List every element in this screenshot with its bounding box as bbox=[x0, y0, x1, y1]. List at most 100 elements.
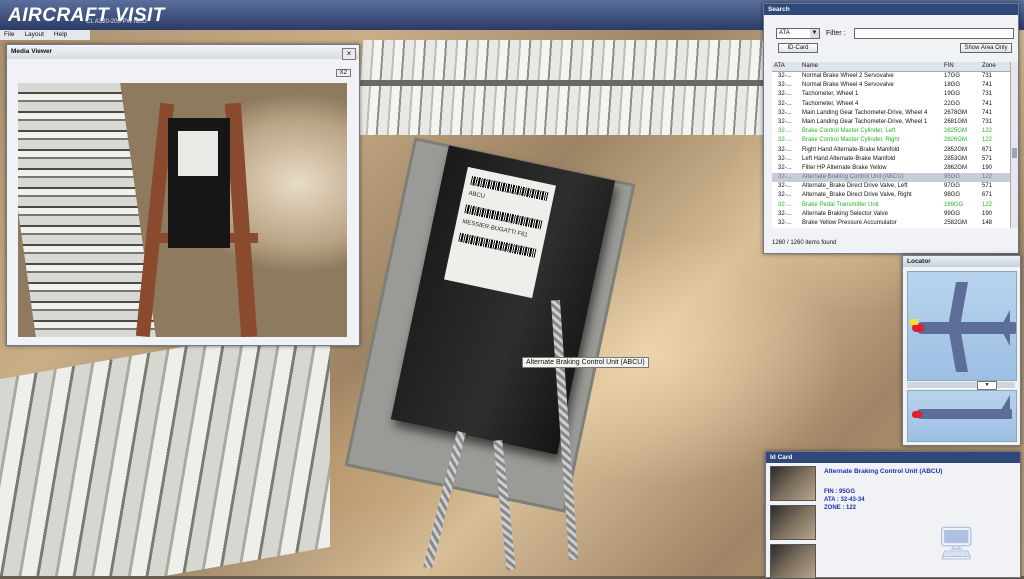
circuit-breaker-rack-top bbox=[356, 40, 774, 135]
cell-ata: 32-... bbox=[778, 109, 792, 116]
col-ata[interactable]: ATA bbox=[774, 62, 785, 71]
locator-side-view[interactable] bbox=[907, 390, 1017, 442]
circuit-breaker-rack-left bbox=[0, 320, 330, 576]
media-viewer-panel: Media Viewer × X2 bbox=[6, 44, 360, 346]
computer-icon: 🖥 bbox=[936, 525, 977, 561]
table-row[interactable]: 32-... Alternate Braking Control Unit (AB… bbox=[772, 173, 1012, 183]
table-row[interactable]: 32-... Main Landing Gear Tachometer-Drive… bbox=[772, 109, 1012, 118]
cell-zone: 731 bbox=[982, 73, 993, 79]
cell-ata: 32-... bbox=[778, 183, 792, 190]
id-card-title: Id Card bbox=[766, 452, 1020, 463]
menu-help[interactable]: Help bbox=[50, 30, 71, 40]
cell-ata: 32-... bbox=[778, 128, 792, 135]
show-area-only-button[interactable]: Show Area Only bbox=[960, 43, 1012, 53]
menu-file[interactable]: File bbox=[0, 30, 18, 40]
locator-top-view[interactable] bbox=[907, 271, 1017, 381]
cell-name: Tachometer, Wheel 1 bbox=[802, 91, 859, 98]
locator-title: Locator bbox=[903, 256, 1020, 267]
cell-zone: 731 bbox=[982, 118, 993, 125]
id-card-button[interactable]: ID-Card bbox=[778, 43, 818, 53]
cell-ata: 32-... bbox=[778, 100, 792, 107]
id-card-panel: Id Card Alternate Braking Control Unit (… bbox=[765, 451, 1021, 579]
col-name[interactable]: Name bbox=[802, 62, 818, 71]
aircraft-tail bbox=[1000, 310, 1010, 346]
cell-ata: 32-... bbox=[778, 220, 792, 226]
cell-fin: 18GG bbox=[944, 82, 961, 89]
table-row[interactable]: 32-... Brake Control Master Cylinder, Lef… bbox=[772, 127, 1012, 136]
locator-slider[interactable]: ▼ bbox=[907, 381, 1015, 390]
photo-rack bbox=[18, 83, 156, 337]
cell-ata: 32-... bbox=[778, 192, 792, 199]
results-list: 32-... Normal Brake Wheel 2 Servovalve 17G… bbox=[772, 72, 1012, 228]
table-row[interactable]: 32-... Main Landing Gear Tachometer-Drive… bbox=[772, 118, 1012, 127]
object-tooltip: Alternate Braking Control Unit (ABCU) bbox=[522, 357, 649, 368]
cell-name: Normal Brake Wheel 2 Servovalve bbox=[802, 73, 894, 79]
cell-name: Brake Pedal Transmitter Unit bbox=[802, 201, 879, 208]
cell-fin: 22GG bbox=[944, 100, 961, 107]
col-zone[interactable]: Zone bbox=[982, 62, 996, 71]
table-row[interactable]: 32-... Tachometer, Wheel 1 19GG 731 bbox=[772, 90, 1012, 99]
cell-ata: 32-... bbox=[778, 174, 792, 181]
cell-zone: 671 bbox=[982, 146, 993, 153]
table-row[interactable]: 32-... Filter HP Alternate Brake Yellow 28… bbox=[772, 164, 1012, 173]
cell-fin: 2853GM bbox=[944, 155, 968, 162]
cell-ata: 32-... bbox=[778, 201, 792, 208]
cell-name: Left Hand Alternate-Brake Manifold bbox=[802, 155, 896, 162]
thumbnail[interactable] bbox=[770, 544, 816, 579]
table-row[interactable]: 32-... Alternate_Brake Direct Drive Valve… bbox=[772, 191, 1012, 200]
scroll-thumb[interactable] bbox=[1012, 148, 1017, 158]
cell-ata: 32-... bbox=[778, 164, 792, 171]
cell-fin: 169GG bbox=[944, 201, 964, 208]
cell-fin: 17GG bbox=[944, 73, 961, 79]
cell-zone: 741 bbox=[982, 109, 993, 116]
cell-fin: 2582GM bbox=[944, 220, 968, 226]
filter-input[interactable] bbox=[854, 28, 1014, 39]
cell-zone: 122 bbox=[982, 201, 993, 208]
table-row[interactable]: 32-... Brake Control Master Cylinder, Rig… bbox=[772, 136, 1012, 145]
cell-fin: 2826GM bbox=[944, 137, 968, 144]
cell-name: Normal Brake Wheel 4 Servovalve bbox=[802, 82, 894, 89]
chevron-down-icon[interactable]: ▼ bbox=[977, 381, 997, 390]
close-icon[interactable]: × bbox=[342, 48, 356, 60]
cell-fin: 99GG bbox=[944, 210, 961, 217]
table-row[interactable]: 32-... Right Hand Alternate-Brake Manifol… bbox=[772, 146, 1012, 155]
cell-zone: 671 bbox=[982, 192, 993, 199]
results-scrollbar[interactable] bbox=[1010, 62, 1018, 228]
cell-fin: 2681GM bbox=[944, 118, 968, 125]
cell-zone: 190 bbox=[982, 210, 993, 217]
cell-zone: 122 bbox=[982, 128, 993, 135]
id-card-ata: ATA : 32-43-34 bbox=[824, 497, 865, 503]
zoom-x2-button[interactable]: X2 bbox=[335, 69, 351, 77]
cell-ata: 32-... bbox=[778, 210, 792, 217]
cell-fin: 19GG bbox=[944, 91, 961, 98]
cell-name: Brake Yellow Pressure Accumulator bbox=[802, 220, 897, 226]
cell-fin: 95GG bbox=[944, 174, 961, 181]
cell-fin: 97GG bbox=[944, 183, 961, 190]
media-photo[interactable] bbox=[18, 83, 347, 337]
table-row[interactable]: 32-... Brake Pedal Transmitter Unit 169GG 1… bbox=[772, 201, 1012, 210]
table-row[interactable]: 32-... Normal Brake Wheel 2 Servovalve 17G… bbox=[772, 72, 1012, 81]
photo-abcu-label bbox=[178, 131, 218, 176]
table-row[interactable]: 32-... Brake Yellow Pressure Accumulator 2… bbox=[772, 219, 1012, 228]
menu-layout[interactable]: Layout bbox=[20, 30, 48, 40]
chevron-down-icon[interactable]: ▼ bbox=[810, 29, 819, 38]
thumbnail[interactable] bbox=[770, 505, 816, 540]
thumbnail[interactable] bbox=[770, 466, 816, 501]
cell-zone: 571 bbox=[982, 155, 993, 162]
table-row[interactable]: 32-... Alternate Braking Selector Valve 99… bbox=[772, 210, 1012, 219]
results-count: 1260 / 1260 items found bbox=[772, 240, 837, 246]
locator-panel: Locator ▼ bbox=[902, 255, 1021, 446]
table-row[interactable]: 32-... Left Hand Alternate-Brake Manifold… bbox=[772, 155, 1012, 164]
search-type-select[interactable]: ATA ▼ bbox=[776, 28, 820, 39]
cell-fin: 2678GM bbox=[944, 109, 968, 116]
table-row[interactable]: 32-... Alternate_Brake Direct Drive Valve… bbox=[772, 182, 1012, 191]
cell-name: Main Landing Gear Tachometer-Drive, Whee… bbox=[802, 109, 928, 116]
table-row[interactable]: 32-... Normal Brake Wheel 4 Servovalve 18G… bbox=[772, 81, 1012, 90]
aircraft-side-fuselage bbox=[916, 409, 1012, 419]
cell-fin: 98GG bbox=[944, 192, 961, 199]
table-row[interactable]: 32-... Tachometer, Wheel 4 22GG 741 bbox=[772, 100, 1012, 109]
col-fin[interactable]: FIN bbox=[944, 62, 954, 71]
cell-zone: 122 bbox=[982, 174, 993, 181]
results-header: ATA Name FIN Zone bbox=[772, 62, 1012, 72]
location-marker bbox=[912, 324, 924, 332]
